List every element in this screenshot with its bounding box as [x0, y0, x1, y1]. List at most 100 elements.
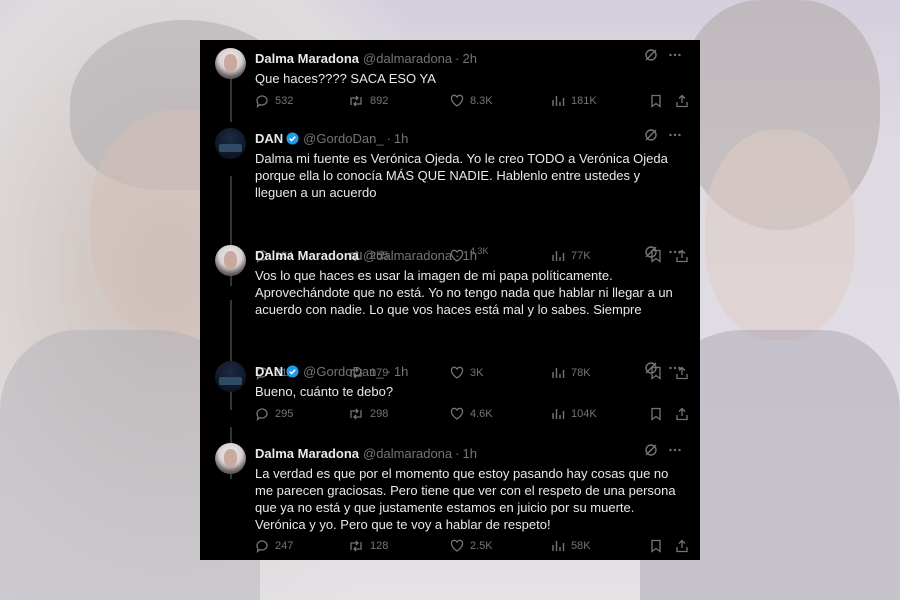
- tweet-text: Bueno, cuánto te debo?: [255, 384, 394, 399]
- grok-icon[interactable]: [644, 245, 658, 259]
- avatar[interactable]: [215, 245, 246, 276]
- like-button[interactable]: 4.6K: [450, 407, 493, 421]
- reply-button[interactable]: 532: [255, 94, 293, 108]
- tweet-text: La verdad es que por el momento que esto…: [255, 466, 676, 532]
- views-icon: [552, 96, 565, 106]
- views-count: 58K: [571, 540, 591, 552]
- retweet-count: 298: [370, 408, 389, 420]
- retweet-button[interactable]: 892: [348, 94, 388, 108]
- grok-icon[interactable]: [644, 361, 658, 375]
- tweet-text: Dalma mi fuente es Verónica Ojeda. Yo le…: [255, 151, 668, 200]
- timestamp[interactable]: 1h: [394, 131, 408, 146]
- like-icon: [450, 94, 464, 107]
- bookmark-button[interactable]: [650, 539, 668, 553]
- tweet-header: DAN @GordoDan_ · 1h: [255, 361, 690, 381]
- author-name[interactable]: DAN: [255, 131, 283, 146]
- separator-dot: ·: [455, 445, 460, 461]
- verified-badge-icon: [286, 131, 299, 145]
- timestamp[interactable]: 2h: [462, 51, 476, 66]
- tweet-header: Dalma Maradona @dalmaradona · 1h: [255, 245, 690, 265]
- header-icons: [644, 128, 682, 142]
- tweet-text: Que haces???? SACA ESO YA: [255, 71, 436, 86]
- timestamp[interactable]: 1h: [462, 446, 476, 461]
- share-button[interactable]: [675, 407, 695, 421]
- views-button[interactable]: 104K: [551, 407, 597, 421]
- reply-icon: [256, 408, 268, 421]
- header-icons: [644, 443, 682, 457]
- tweet-actions: 532 892 8.3K 181K: [255, 94, 690, 110]
- reply-button[interactable]: 247: [255, 539, 293, 553]
- thread-line: [230, 76, 232, 122]
- tweet-header: Dalma Maradona @dalmaradona · 2h: [255, 48, 690, 68]
- timestamp[interactable]: 1h: [462, 248, 476, 263]
- reply-count: 247: [275, 540, 294, 552]
- share-icon: [676, 407, 688, 421]
- like-icon: [450, 407, 464, 420]
- author-name[interactable]: Dalma Maradona: [255, 51, 359, 66]
- author-handle[interactable]: @dalmaradona: [363, 446, 452, 461]
- like-button[interactable]: 2.5K: [450, 539, 493, 553]
- separator-dot: ·: [386, 130, 391, 146]
- header-icons: [644, 48, 682, 62]
- bookmark-button[interactable]: [650, 407, 668, 421]
- reply-count: 295: [275, 408, 294, 420]
- reply-button[interactable]: 295: [255, 407, 293, 421]
- author-name[interactable]: Dalma Maradona: [255, 446, 359, 461]
- tweet-actions: 247 128 2.5K 58K: [255, 539, 690, 555]
- reply-icon: [256, 95, 268, 108]
- thread-line: [230, 300, 232, 410]
- tweet-thread-screenshot: Dalma Maradona @dalmaradona · 2h Que hac…: [200, 40, 700, 560]
- reply-count: 532: [275, 95, 294, 107]
- retweet-count: 128: [370, 540, 389, 552]
- tweet-actions: 295 298 4.6K 104K: [255, 407, 690, 423]
- like-icon: [450, 539, 464, 552]
- bookmark-icon: [651, 407, 661, 421]
- bookmark-icon: [651, 539, 661, 553]
- grok-icon[interactable]: [644, 48, 658, 62]
- share-icon: [676, 539, 688, 553]
- author-handle[interactable]: @GordoDan_: [303, 131, 383, 146]
- grok-icon[interactable]: [644, 443, 658, 457]
- header-icons: [644, 245, 682, 259]
- avatar[interactable]: [215, 128, 246, 159]
- views-icon: [552, 409, 565, 419]
- retweet-count: 892: [370, 95, 389, 107]
- retweet-button[interactable]: 128: [348, 539, 388, 553]
- timestamp[interactable]: 1h: [394, 364, 408, 379]
- grok-icon[interactable]: [644, 128, 658, 142]
- more-icon[interactable]: [668, 48, 682, 62]
- more-icon[interactable]: [668, 128, 682, 142]
- bookmark-button[interactable]: [650, 94, 668, 108]
- separator-dot: ·: [455, 247, 460, 263]
- author-handle[interactable]: @dalmaradona: [363, 248, 452, 263]
- retweet-icon: [350, 540, 362, 552]
- header-icons: [644, 361, 682, 375]
- separator-dot: ·: [386, 363, 391, 379]
- more-icon[interactable]: [668, 245, 682, 259]
- author-handle[interactable]: @GordoDan_: [303, 364, 383, 379]
- author-handle[interactable]: @dalmaradona: [363, 51, 452, 66]
- share-icon: [676, 94, 688, 108]
- share-button[interactable]: [675, 94, 695, 108]
- more-icon[interactable]: [668, 443, 682, 457]
- views-button[interactable]: 58K: [551, 539, 591, 553]
- author-name[interactable]: DAN: [255, 364, 283, 379]
- separator-dot: ·: [455, 50, 460, 66]
- retweet-icon: [350, 95, 362, 107]
- avatar[interactable]: [215, 361, 246, 392]
- like-button[interactable]: 8.3K: [450, 94, 493, 108]
- bookmark-icon: [651, 94, 661, 108]
- avatar[interactable]: [215, 48, 246, 79]
- like-count: 4.6K: [470, 408, 493, 420]
- author-name[interactable]: Dalma Maradona: [255, 248, 359, 263]
- retweet-button[interactable]: 298: [348, 407, 388, 421]
- like-count: 2.5K: [470, 540, 493, 552]
- tweet-header: Dalma Maradona @dalmaradona · 1h: [255, 443, 690, 463]
- verified-badge-icon: [286, 364, 299, 378]
- share-button[interactable]: [675, 539, 695, 553]
- views-button[interactable]: 181K: [551, 94, 597, 108]
- views-count: 104K: [571, 408, 597, 420]
- more-icon[interactable]: [668, 361, 682, 375]
- avatar[interactable]: [215, 443, 246, 474]
- retweet-icon: [350, 408, 362, 420]
